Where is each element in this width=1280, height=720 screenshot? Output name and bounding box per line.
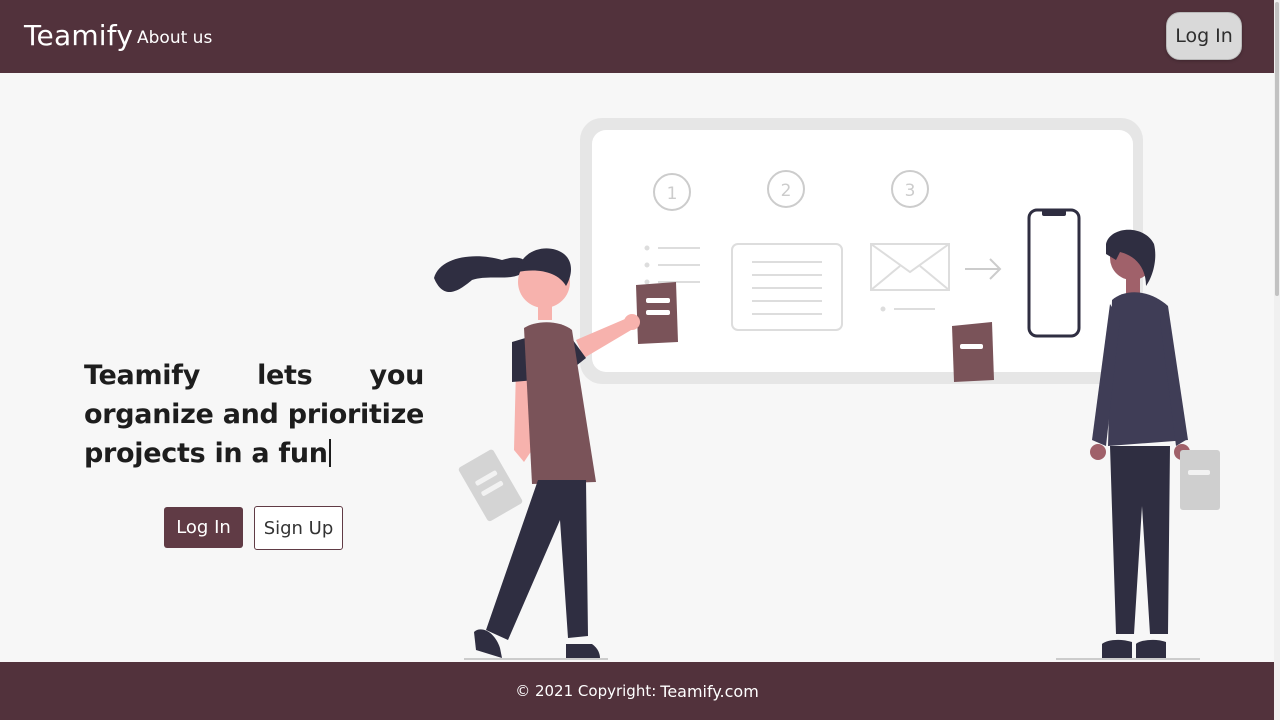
scrollbar-thumb[interactable] xyxy=(1275,2,1279,296)
step-3-label: 3 xyxy=(905,181,916,201)
typing-caret xyxy=(328,439,331,467)
top-navbar: Teamify About us Log In xyxy=(0,0,1274,73)
footer-copyright: © 2021 Copyright: xyxy=(515,682,657,700)
brand-logo-link[interactable]: Teamify xyxy=(24,19,133,53)
hero-headline-text: Teamify lets you organize and prioritize… xyxy=(84,360,424,469)
about-us-link[interactable]: About us xyxy=(137,27,212,49)
step-2-label: 2 xyxy=(781,181,792,201)
sticky-note-held xyxy=(636,282,678,344)
footer-site-link[interactable]: Teamify.com xyxy=(660,682,759,701)
page-scrollbar[interactable] xyxy=(1274,0,1280,720)
hero-signup-button[interactable]: Sign Up xyxy=(254,506,343,550)
hero-login-button[interactable]: Log In xyxy=(164,507,243,548)
phone-icon xyxy=(1027,208,1081,338)
hero-illustration: 1 2 3 xyxy=(434,118,1220,660)
hero-headline: Teamify lets you organize and prioritize… xyxy=(84,356,424,473)
footer: © 2021 Copyright: Teamify.com xyxy=(0,662,1274,720)
step-1-label: 1 xyxy=(667,184,678,204)
sticky-note-board xyxy=(952,322,994,382)
page: Teamify About us Log In Teamify lets you… xyxy=(0,0,1280,720)
navbar-login-button[interactable]: Log In xyxy=(1166,12,1242,60)
